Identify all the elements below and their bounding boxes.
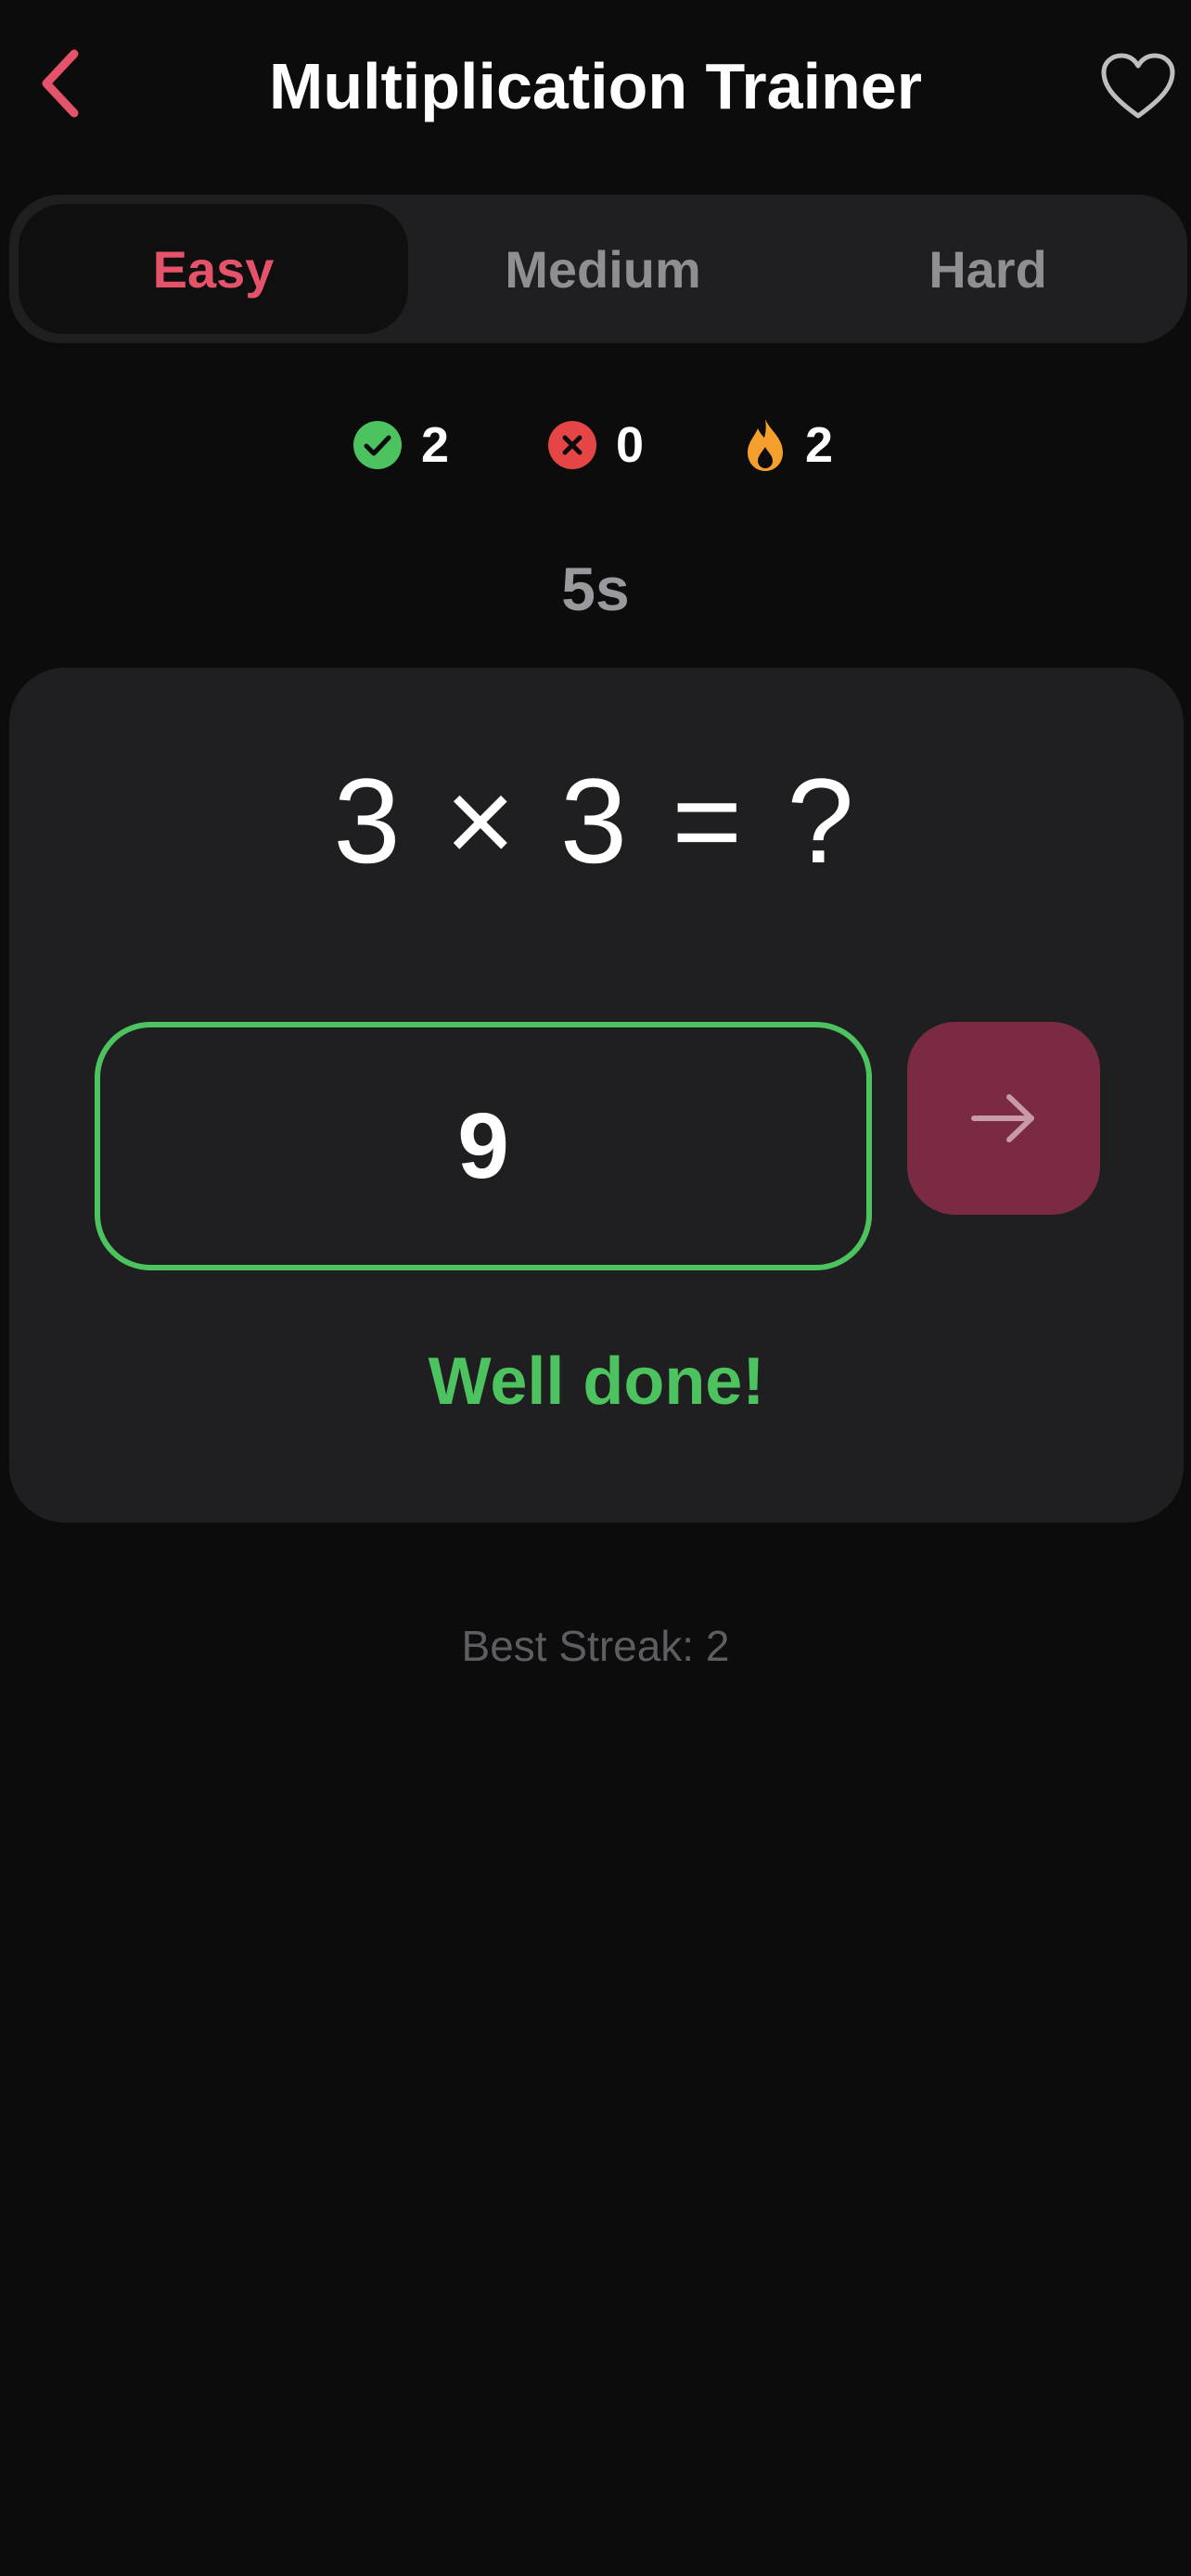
submit-answer-button[interactable] xyxy=(907,1022,1100,1215)
stats-row: 2 0 2 xyxy=(0,408,1191,482)
difficulty-easy-tab[interactable]: Easy xyxy=(19,204,408,334)
flame-icon xyxy=(744,417,787,473)
page-title: Multiplication Trainer xyxy=(269,50,922,122)
back-button[interactable] xyxy=(28,37,93,130)
heart-outline-icon xyxy=(1101,53,1175,119)
x-circle-icon xyxy=(547,420,597,470)
best-streak-label: Best Streak: 2 xyxy=(461,1622,730,1670)
streak-count: 2 xyxy=(744,408,833,482)
difficulty-selector: Easy Medium Hard xyxy=(9,195,1187,343)
wrong-count-value: 0 xyxy=(616,417,645,473)
answer-input[interactable] xyxy=(95,1022,872,1270)
arrow-right-icon xyxy=(971,1094,1034,1142)
check-circle-icon xyxy=(352,420,403,470)
favorite-button[interactable] xyxy=(1096,46,1180,126)
difficulty-hard-tab[interactable]: Hard xyxy=(798,204,1178,334)
correct-count: 2 xyxy=(352,408,449,482)
question-card: 3 × 3 = ? Well done! xyxy=(9,668,1184,1523)
streak-count-value: 2 xyxy=(805,417,834,473)
question-text: 3 × 3 = ? xyxy=(333,753,860,888)
chevron-left-icon xyxy=(42,49,79,118)
feedback-message: Well done! xyxy=(428,1345,765,1419)
header-bar: Multiplication Trainer xyxy=(0,0,1191,167)
correct-count-value: 2 xyxy=(421,417,450,473)
countdown-timer: 5s xyxy=(561,555,630,623)
wrong-count: 0 xyxy=(547,408,644,482)
difficulty-medium-tab[interactable]: Medium xyxy=(408,204,798,334)
